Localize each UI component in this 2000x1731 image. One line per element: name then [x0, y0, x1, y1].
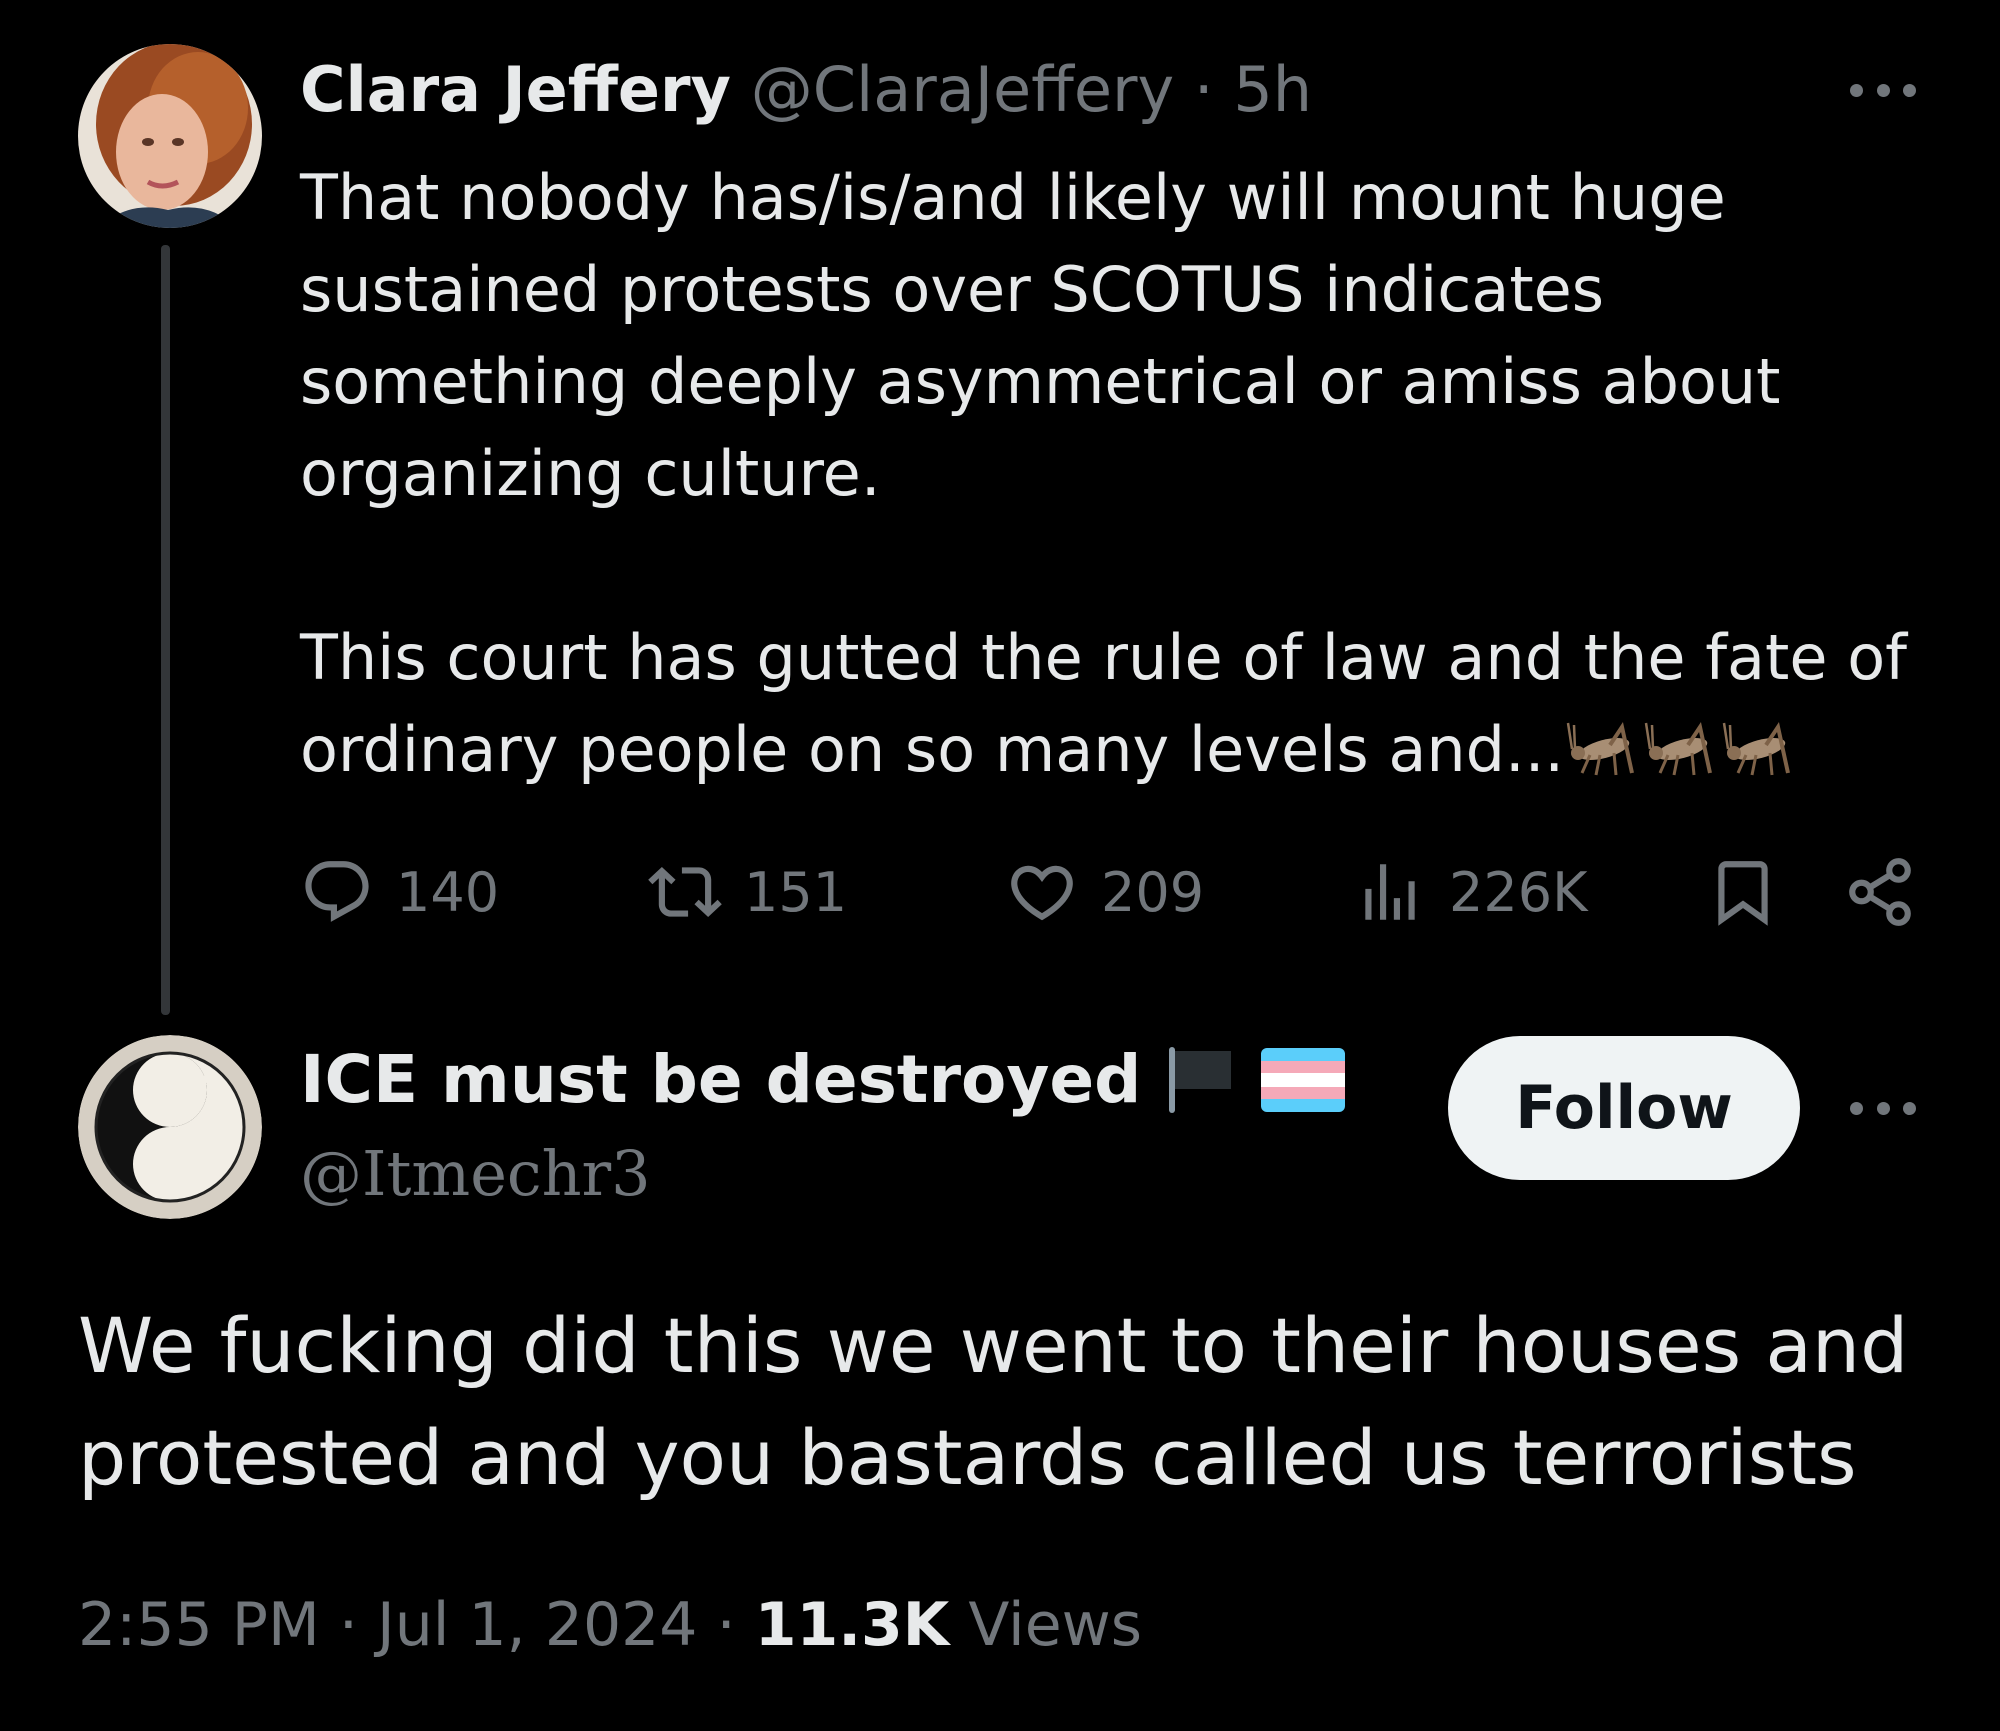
heart-icon	[1011, 865, 1073, 921]
parent-tweet-text: That nobody has/is/and likely will mount…	[300, 152, 1920, 796]
reply-tweet-text: We fucking did this we went to their hou…	[78, 1290, 1958, 1514]
reply-author-handle[interactable]: @Itmechr3	[300, 1136, 651, 1212]
avatar-photo	[78, 44, 262, 228]
tweet-text-last-line: ordinary people on so many levels and...	[300, 704, 1920, 796]
black-flag-icon	[1169, 1047, 1232, 1113]
parent-more-options-icon[interactable]	[1850, 80, 1916, 100]
parent-time-ago[interactable]: 5h	[1233, 53, 1312, 126]
reply-button[interactable]: 140	[300, 855, 499, 929]
reply-author-name[interactable]: ICE must be destroyed	[300, 1040, 1141, 1120]
tweet-meta-line: 2:55 PM · Jul 1, 2024 · 11.3K Views	[78, 1585, 1142, 1665]
cricket-icon	[1722, 721, 1791, 776]
analytics-bar-icon	[1365, 864, 1415, 920]
tweet-text-line: something deeply asymmetrical or amiss a…	[300, 345, 1781, 418]
reply-text-line: We fucking did this we went to their hou…	[78, 1301, 1909, 1390]
tweet-time[interactable]: 2:55 PM	[78, 1590, 320, 1660]
retweet-icon	[648, 866, 722, 918]
reply-text-line: protested and you bastards called us ter…	[78, 1413, 1857, 1502]
parent-author-handle[interactable]: @ClaraJeffery	[751, 53, 1174, 126]
tweet-text-line: ordinary people on so many levels and...	[300, 713, 1565, 786]
transgender-flag-icon	[1261, 1048, 1346, 1112]
reply-author-avatar[interactable]	[78, 1035, 262, 1219]
reply-author-name-row[interactable]: ICE must be destroyed	[300, 1040, 1346, 1120]
reply-icon	[305, 861, 369, 922]
tweet-date[interactable]: Jul 1, 2024	[377, 1590, 697, 1660]
meta-separator: ·	[338, 1590, 358, 1660]
header-separator: ·	[1193, 53, 1214, 126]
retweet-count: 151	[744, 860, 848, 924]
cricket-icon	[1644, 721, 1713, 776]
retweet-button[interactable]: 151	[648, 855, 847, 929]
meta-separator: ·	[716, 1590, 736, 1660]
tweet-views-label: Views	[968, 1590, 1142, 1660]
follow-button[interactable]: Follow	[1448, 1036, 1800, 1180]
cricket-icon	[1566, 721, 1635, 776]
like-count: 209	[1101, 860, 1205, 924]
views-button[interactable]: 226K	[1353, 855, 1587, 929]
tweet-text-line: organizing culture.	[300, 437, 881, 510]
yin-yang-drone-dove-icon	[78, 1035, 262, 1219]
tweet-text-line: This court has gutted the rule of law an…	[300, 621, 1907, 694]
reply-count: 140	[396, 860, 500, 924]
parent-tweet-header: Clara Jeffery @ClaraJeffery · 5h	[300, 52, 1312, 128]
bookmark-button[interactable]	[1706, 855, 1780, 929]
tweet-text-line: sustained protests over SCOTUS indicates	[300, 253, 1605, 326]
thread-connector-line	[161, 245, 170, 1015]
reply-more-options-icon[interactable]	[1850, 1098, 1916, 1118]
views-count: 226K	[1449, 860, 1588, 924]
like-button[interactable]: 209	[1005, 855, 1204, 929]
share-button[interactable]	[1843, 855, 1917, 929]
share-nodes-icon	[1849, 858, 1911, 926]
bookmark-icon	[1718, 861, 1768, 926]
tweet-text-line: That nobody has/is/and likely will mount…	[300, 161, 1726, 234]
parent-author-name[interactable]: Clara Jeffery	[300, 53, 731, 126]
parent-author-avatar[interactable]	[78, 44, 262, 228]
tweet-views-count: 11.3K	[754, 1590, 950, 1660]
